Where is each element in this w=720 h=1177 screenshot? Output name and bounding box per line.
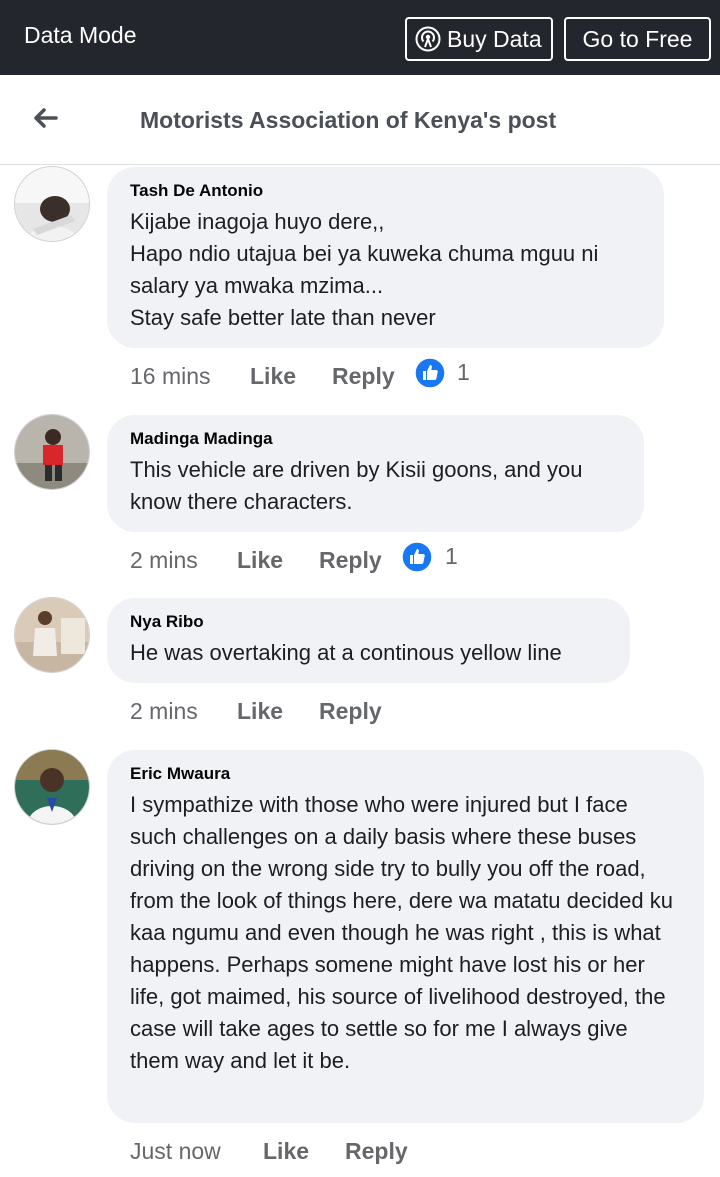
go-to-free-label: Go to Free: [582, 25, 693, 52]
comment-bubble: Eric Mwaura I sympathize with those who …: [107, 750, 704, 1123]
reply-button[interactable]: Reply: [319, 547, 382, 574]
like-button[interactable]: Like: [250, 363, 296, 390]
reaction-count: 1: [445, 543, 458, 569]
avatar[interactable]: [15, 167, 89, 241]
comment-time: 2 mins: [130, 698, 198, 724]
comment-author[interactable]: Nya Ribo: [130, 611, 606, 633]
avatar-photo: [15, 415, 89, 489]
back-button[interactable]: [28, 101, 62, 135]
broadcast-icon: [415, 26, 441, 52]
comment-text: Kijabe inagoja huyo dere,, Hapo ndio uta…: [130, 209, 599, 330]
buy-data-button[interactable]: Buy Data: [405, 17, 553, 61]
comment-author[interactable]: Madinga Madinga: [130, 428, 620, 450]
go-to-free-button[interactable]: Go to Free: [564, 17, 711, 61]
data-mode-bar: Data Mode Buy Data Go to Free: [0, 0, 720, 75]
comment-author[interactable]: Tash De Antonio: [130, 180, 640, 202]
data-mode-label: Data Mode: [24, 22, 137, 48]
comment-bubble: Madinga Madinga This vehicle are driven …: [107, 415, 644, 532]
comment-time: Just now: [130, 1138, 221, 1164]
comment-time: 16 mins: [130, 363, 211, 389]
back-arrow-icon: [34, 108, 58, 128]
avatar-photo: [15, 750, 89, 824]
page-header: Motorists Association of Kenya's post: [0, 75, 720, 165]
comment-text: He was overtaking at a continous yellow …: [130, 640, 562, 665]
page-title: Motorists Association of Kenya's post: [140, 107, 557, 133]
thumbs-up-icon[interactable]: [401, 541, 433, 573]
avatar[interactable]: [15, 415, 89, 489]
avatar[interactable]: [15, 750, 89, 824]
avatar-photo: [15, 598, 89, 672]
reply-button[interactable]: Reply: [345, 1138, 408, 1165]
thumbs-up-icon[interactable]: [414, 357, 446, 389]
reply-button[interactable]: Reply: [332, 363, 395, 390]
comment-author[interactable]: Eric Mwaura: [130, 763, 680, 785]
reaction-count: 1: [457, 359, 470, 385]
comment-bubble: Tash De Antonio Kijabe inagoja huyo dere…: [107, 167, 664, 348]
comment-text: This vehicle are driven by Kisii goons, …: [130, 457, 583, 514]
comment-time: 2 mins: [130, 547, 198, 573]
avatar-photo: [15, 167, 89, 241]
comment-text: I sympathize with those who were injured…: [130, 792, 673, 1073]
like-button[interactable]: Like: [237, 547, 283, 574]
comment-bubble: Nya Ribo He was overtaking at a continou…: [107, 598, 630, 683]
reply-button[interactable]: Reply: [319, 698, 382, 725]
buy-data-label: Buy Data: [447, 25, 542, 52]
avatar[interactable]: [15, 598, 89, 672]
like-button[interactable]: Like: [263, 1138, 309, 1165]
like-button[interactable]: Like: [237, 698, 283, 725]
